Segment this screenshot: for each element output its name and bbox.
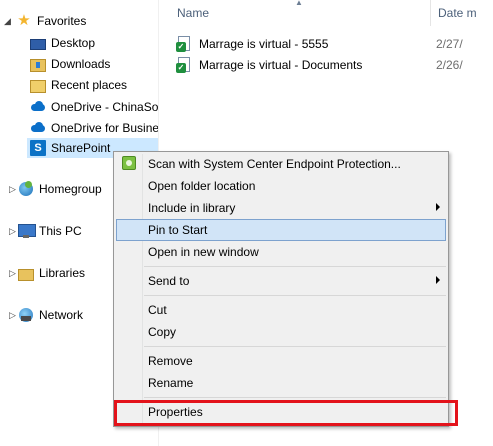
desktop-icon [30, 38, 46, 50]
homegroup-icon [18, 181, 34, 197]
collapse-caret-icon[interactable]: ◢ [4, 11, 11, 31]
expand-caret-icon[interactable]: ▷ [9, 221, 16, 241]
menu-item-send-to[interactable]: Send to [116, 270, 446, 292]
menu-item-open-in-new-window[interactable]: Open in new window [116, 241, 446, 263]
column-header-date[interactable]: Date m [438, 6, 477, 20]
menu-separator [144, 266, 446, 267]
menu-item-label: Remove [148, 354, 193, 368]
file-date: 2/27/ [436, 37, 463, 51]
sharepoint-shortcut-icon: ✓ [176, 36, 192, 52]
downloads-folder-icon [30, 58, 46, 72]
nav-homegroup-label: Homegroup [39, 182, 102, 196]
nav-sharepoint-label: SharePoint [51, 141, 111, 155]
nav-desktop-label: Desktop [51, 36, 96, 50]
network-icon [18, 307, 34, 323]
menu-item-include-in-library[interactable]: Include in library [116, 197, 446, 219]
sharepoint-icon: S [30, 140, 46, 156]
expand-caret-icon[interactable]: ▷ [9, 179, 16, 199]
nav-network-label: Network [39, 308, 84, 322]
menu-item-label: Pin to Start [148, 223, 208, 237]
nav-network[interactable]: Network [18, 305, 83, 325]
menu-item-label: Send to [148, 274, 190, 288]
menu-separator [144, 295, 446, 296]
expand-caret-icon[interactable]: ▷ [9, 305, 16, 325]
menu-separator [144, 346, 446, 347]
nav-onedrive-business[interactable]: OneDrive for Busine [30, 118, 158, 138]
nav-this-pc-label: This PC [39, 224, 82, 238]
computer-icon [18, 223, 36, 239]
file-name: Marrage is virtual - 5555 [199, 37, 329, 51]
nav-libraries-label: Libraries [39, 266, 86, 280]
nav-onedrive-business-label: OneDrive for Busine [51, 121, 158, 135]
file-row[interactable]: ✓ Marrage is virtual - 5555 2/27/ [174, 34, 493, 54]
recent-places-icon [30, 79, 46, 93]
onedrive-cloud-icon [30, 120, 46, 136]
file-row[interactable]: ✓ Marrage is virtual - Documents 2/26/ [174, 55, 493, 75]
menu-separator [144, 397, 446, 398]
nav-libraries[interactable]: Libraries [18, 263, 85, 283]
menu-item-label: Rename [148, 376, 194, 390]
menu-item-scan-endpoint-protection[interactable]: Scan with System Center Endpoint Protect… [116, 153, 446, 175]
menu-item-pin-to-start[interactable]: Pin to Start [116, 219, 446, 241]
nav-desktop[interactable]: Desktop [30, 33, 95, 53]
menu-item-cut[interactable]: Cut [116, 299, 446, 321]
menu-item-label: Scan with System Center Endpoint Protect… [148, 157, 401, 171]
nav-favorites-label: Favorites [37, 14, 87, 28]
nav-recent-places-label: Recent places [51, 78, 128, 92]
endpoint-protection-icon [122, 156, 136, 170]
onedrive-cloud-icon [30, 99, 46, 115]
nav-onedrive-chinasoft[interactable]: OneDrive - ChinaSof [30, 97, 158, 117]
submenu-arrow-icon [436, 203, 440, 211]
menu-item-rename[interactable]: Rename [116, 372, 446, 394]
menu-item-copy[interactable]: Copy [116, 321, 446, 343]
menu-item-label: Copy [148, 325, 177, 339]
context-menu: Scan with System Center Endpoint Protect… [113, 151, 449, 427]
submenu-arrow-icon [436, 276, 440, 284]
nav-recent-places[interactable]: Recent places [30, 75, 127, 95]
annotation-highlight-box [114, 400, 458, 426]
expand-caret-icon[interactable]: ▷ [9, 263, 16, 283]
nav-favorites[interactable]: ★ Favorites [16, 11, 86, 31]
sharepoint-shortcut-icon: ✓ [176, 57, 192, 73]
menu-item-label: Open folder location [148, 179, 256, 193]
star-icon: ★ [17, 12, 31, 29]
libraries-icon [18, 268, 34, 281]
file-date: 2/26/ [436, 58, 463, 72]
menu-item-label: Include in library [148, 201, 236, 215]
nav-downloads[interactable]: Downloads [30, 54, 110, 74]
nav-downloads-label: Downloads [51, 57, 111, 71]
menu-item-open-folder-location[interactable]: Open folder location [116, 175, 446, 197]
menu-item-remove[interactable]: Remove [116, 350, 446, 372]
menu-item-label: Cut [148, 303, 167, 317]
nav-homegroup[interactable]: Homegroup [18, 179, 102, 199]
sort-ascending-icon: ▲ [295, 0, 303, 7]
column-header-name[interactable]: Name [177, 6, 209, 20]
column-divider[interactable] [430, 0, 431, 26]
file-name: Marrage is virtual - Documents [199, 58, 363, 72]
nav-onedrive-chinasoft-label: OneDrive - ChinaSof [51, 100, 158, 114]
menu-item-label: Open in new window [148, 245, 259, 259]
nav-this-pc[interactable]: This PC [18, 221, 82, 241]
